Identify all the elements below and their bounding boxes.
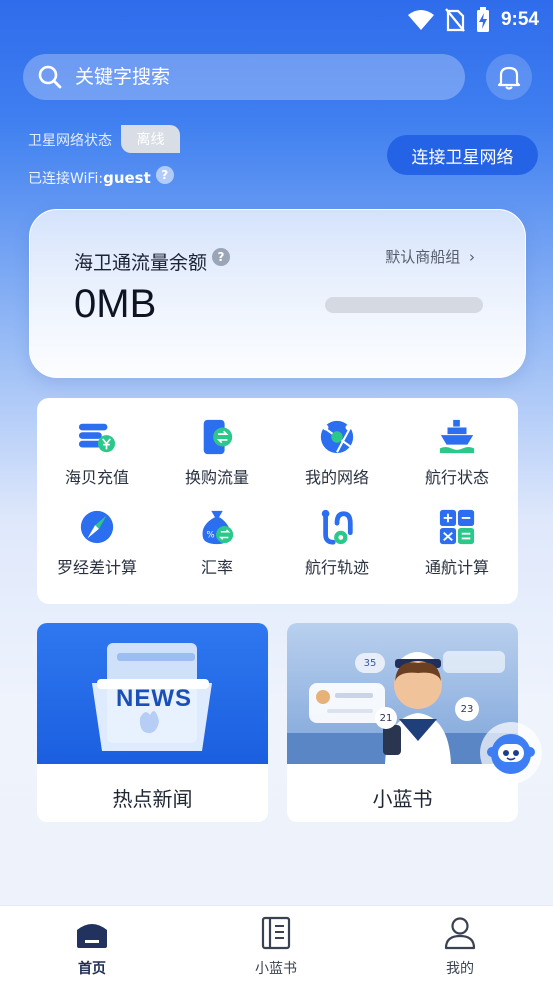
search-bar[interactable] xyxy=(23,54,465,100)
route-icon xyxy=(321,509,353,545)
tab-label: 小蓝书 xyxy=(255,961,297,977)
service-label: 航行状态 xyxy=(424,468,489,487)
service-voyage-status[interactable]: 航行状态 xyxy=(397,398,517,488)
chevron-right-icon: › xyxy=(469,248,475,266)
blue-book-card[interactable]: 35 21 23 小蓝书 xyxy=(287,623,518,822)
robot-assistant-icon xyxy=(487,734,535,774)
status-time: 9:54 xyxy=(500,9,539,30)
money-bag-icon: % xyxy=(202,510,234,545)
feature-label: 热点新闻 xyxy=(112,787,193,811)
svg-text:%: % xyxy=(207,530,215,540)
service-my-network[interactable]: 我的网络 xyxy=(277,398,397,488)
assistant-float-button[interactable] xyxy=(480,722,542,784)
tab-profile[interactable]: 我的 xyxy=(410,916,510,978)
services-grid: 海贝充值 换购流量 我的网络 航行状态 罗经差计算 % 汇率 航行轨迹 通航计算 xyxy=(37,398,518,604)
wifi-signal-icon xyxy=(407,10,434,30)
quota-progress-bar xyxy=(325,297,483,313)
service-label: 罗经差计算 xyxy=(56,558,137,577)
no-sim-icon xyxy=(445,8,465,32)
globe-network-icon xyxy=(320,420,354,454)
service-navigation-calc[interactable]: 通航计算 xyxy=(397,488,517,578)
ship-icon xyxy=(439,419,475,454)
quota-value: 0MB xyxy=(74,282,157,326)
help-icon[interactable]: ? xyxy=(155,166,174,184)
badge-count: 21 xyxy=(375,707,397,729)
service-label: 我的网络 xyxy=(304,468,369,487)
service-label: 航行轨迹 xyxy=(304,558,369,577)
status-bar: 9:54 xyxy=(0,0,553,40)
wifi-label: 已连接WiFi: xyxy=(28,171,104,187)
phone-exchange-icon xyxy=(203,419,233,455)
group-selector-link[interactable]: 默认商船组 › xyxy=(385,246,475,267)
tab-home[interactable]: 首页 xyxy=(42,916,142,978)
tab-label: 我的 xyxy=(446,961,474,977)
book-icon xyxy=(261,916,291,950)
badge-count: 23 xyxy=(455,697,479,721)
wifi-status: 已连接WiFi: guest ? xyxy=(28,166,174,188)
home-icon xyxy=(77,924,107,948)
service-label: 通航计算 xyxy=(424,558,489,577)
search-icon xyxy=(38,65,62,89)
service-label: 海贝充值 xyxy=(64,468,129,487)
bell-icon xyxy=(497,66,521,90)
wifi-ssid: guest xyxy=(103,169,151,187)
quota-title: 海卫通流量余额 ? xyxy=(74,247,231,275)
user-icon xyxy=(444,917,476,950)
quota-card: 海卫通流量余额 ? 默认商船组 › 0MB xyxy=(29,209,526,378)
search-input[interactable] xyxy=(75,66,415,88)
news-image-text: NEWS xyxy=(116,685,192,712)
coin-card-icon xyxy=(78,423,116,453)
connect-satellite-button[interactable]: 连接卫星网络 xyxy=(387,135,538,175)
tab-label: 首页 xyxy=(78,961,106,977)
service-exchange-rate[interactable]: % 汇率 xyxy=(157,488,277,578)
service-compass-deviation[interactable]: 罗经差计算 xyxy=(37,488,157,578)
service-recharge[interactable]: 海贝充值 xyxy=(37,398,157,488)
tab-blue-book[interactable]: 小蓝书 xyxy=(226,916,326,978)
calculator-icon xyxy=(439,509,475,545)
feature-label: 小蓝书 xyxy=(372,787,433,811)
service-voyage-track[interactable]: 航行轨迹 xyxy=(277,488,397,578)
notification-button[interactable] xyxy=(486,54,532,100)
bottom-tab-bar: 首页 小蓝书 我的 xyxy=(0,905,553,983)
hot-news-card[interactable]: NEWS 热点新闻 xyxy=(37,623,268,822)
group-link-label: 默认商船组 xyxy=(385,248,461,266)
service-exchange-data[interactable]: 换购流量 xyxy=(157,398,277,488)
status-badge: 离线 xyxy=(121,125,180,153)
service-label: 汇率 xyxy=(200,558,233,577)
service-label: 换购流量 xyxy=(184,468,249,487)
badge-count: 35 xyxy=(355,653,385,673)
battery-charging-icon xyxy=(476,7,489,32)
help-icon[interactable]: ? xyxy=(212,247,231,266)
satellite-status-label: 卫星网络状态 xyxy=(28,133,112,149)
compass-icon xyxy=(80,510,114,544)
quota-title-text: 海卫通流量余额 xyxy=(74,252,208,274)
